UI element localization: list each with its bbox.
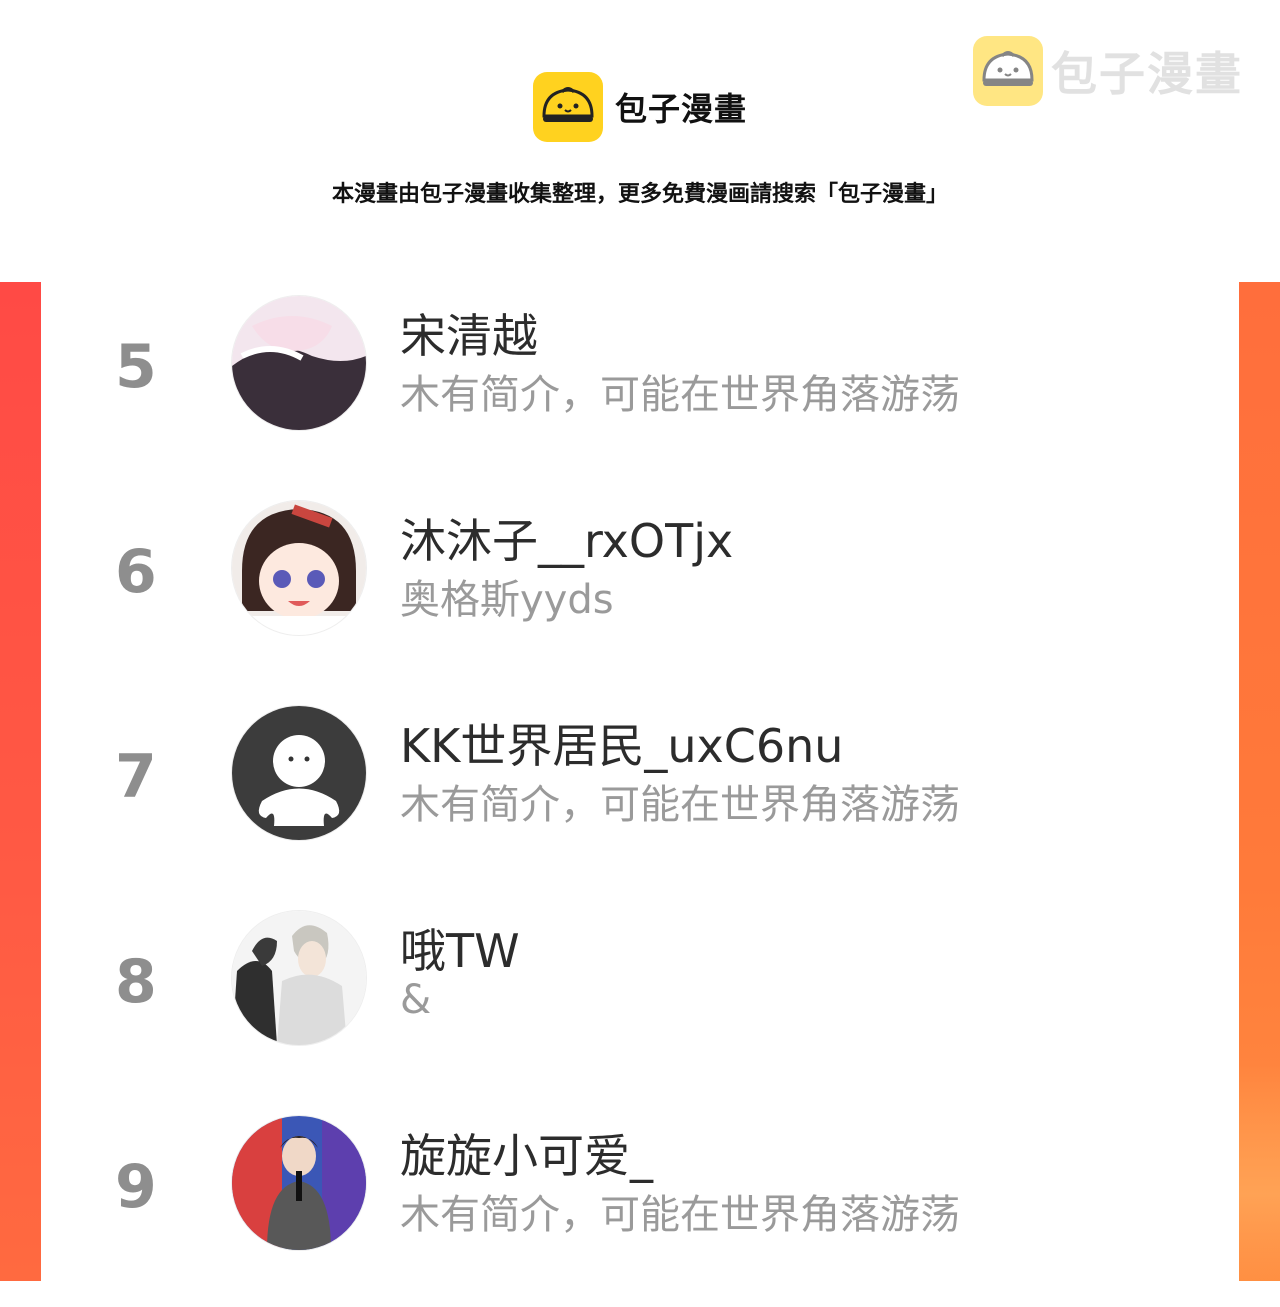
watermark-text: 包子漫畫 (1051, 47, 1243, 101)
avatar[interactable] (231, 910, 367, 1046)
rank-number: 7 (115, 742, 157, 812)
user-bio: & (400, 977, 432, 1023)
brand-logo: 包子漫畫 (533, 72, 747, 142)
ranking-row[interactable]: 8 哦TW & (41, 897, 1239, 1102)
user-bio: 木有简介，可能在世界角落游荡 (400, 782, 960, 828)
user-bio: 木有简介，可能在世界角落游荡 (400, 1192, 960, 1238)
ranking-row[interactable]: 5 宋清越 木有简介，可能在世界角落游荡 (41, 282, 1239, 487)
ranking-row[interactable]: 6 沐沐子__rxOTjx 奥格斯yyds (41, 487, 1239, 692)
username: 旋旋小可爱_ (400, 1129, 653, 1183)
bun-icon (973, 36, 1043, 106)
rank-number: 9 (115, 1152, 157, 1222)
brand-name: 包子漫畫 (615, 90, 748, 128)
avatar[interactable] (231, 1115, 367, 1251)
right-band (1239, 282, 1280, 1282)
username: 宋清越 (400, 309, 538, 363)
username: 哦TW (400, 924, 520, 978)
source-notice: 本漫畫由包子漫畫收集整理，更多免費漫画請搜索「包子漫畫」 (331, 182, 948, 207)
avatar[interactable] (231, 295, 367, 431)
rank-number: 6 (115, 537, 157, 607)
ranking-row[interactable]: 7 KK世界居民_uxC6nu 木有简介，可能在世界角落游荡 (41, 692, 1239, 897)
avatar[interactable] (231, 705, 367, 841)
user-bio: 奥格斯yyds (400, 577, 614, 623)
avatar[interactable] (231, 500, 367, 636)
rank-number: 5 (115, 332, 157, 402)
ranking-list: 5 宋清越 木有简介，可能在世界角落游荡 6 沐沐子__rxOTjx 奥格斯yy… (41, 282, 1239, 1281)
username: 沐沐子__rxOTjx (400, 514, 734, 568)
watermark: 包子漫畫 (973, 36, 1243, 106)
user-bio: 木有简介，可能在世界角落游荡 (400, 372, 960, 418)
left-band (0, 282, 41, 1281)
bun-icon (533, 72, 603, 142)
username: KK世界居民_uxC6nu (400, 719, 844, 773)
rank-number: 8 (115, 947, 157, 1017)
ranking-row[interactable]: 9 旋旋小可爱_ 木有简介，可能在世界角落游荡 (41, 1102, 1239, 1307)
